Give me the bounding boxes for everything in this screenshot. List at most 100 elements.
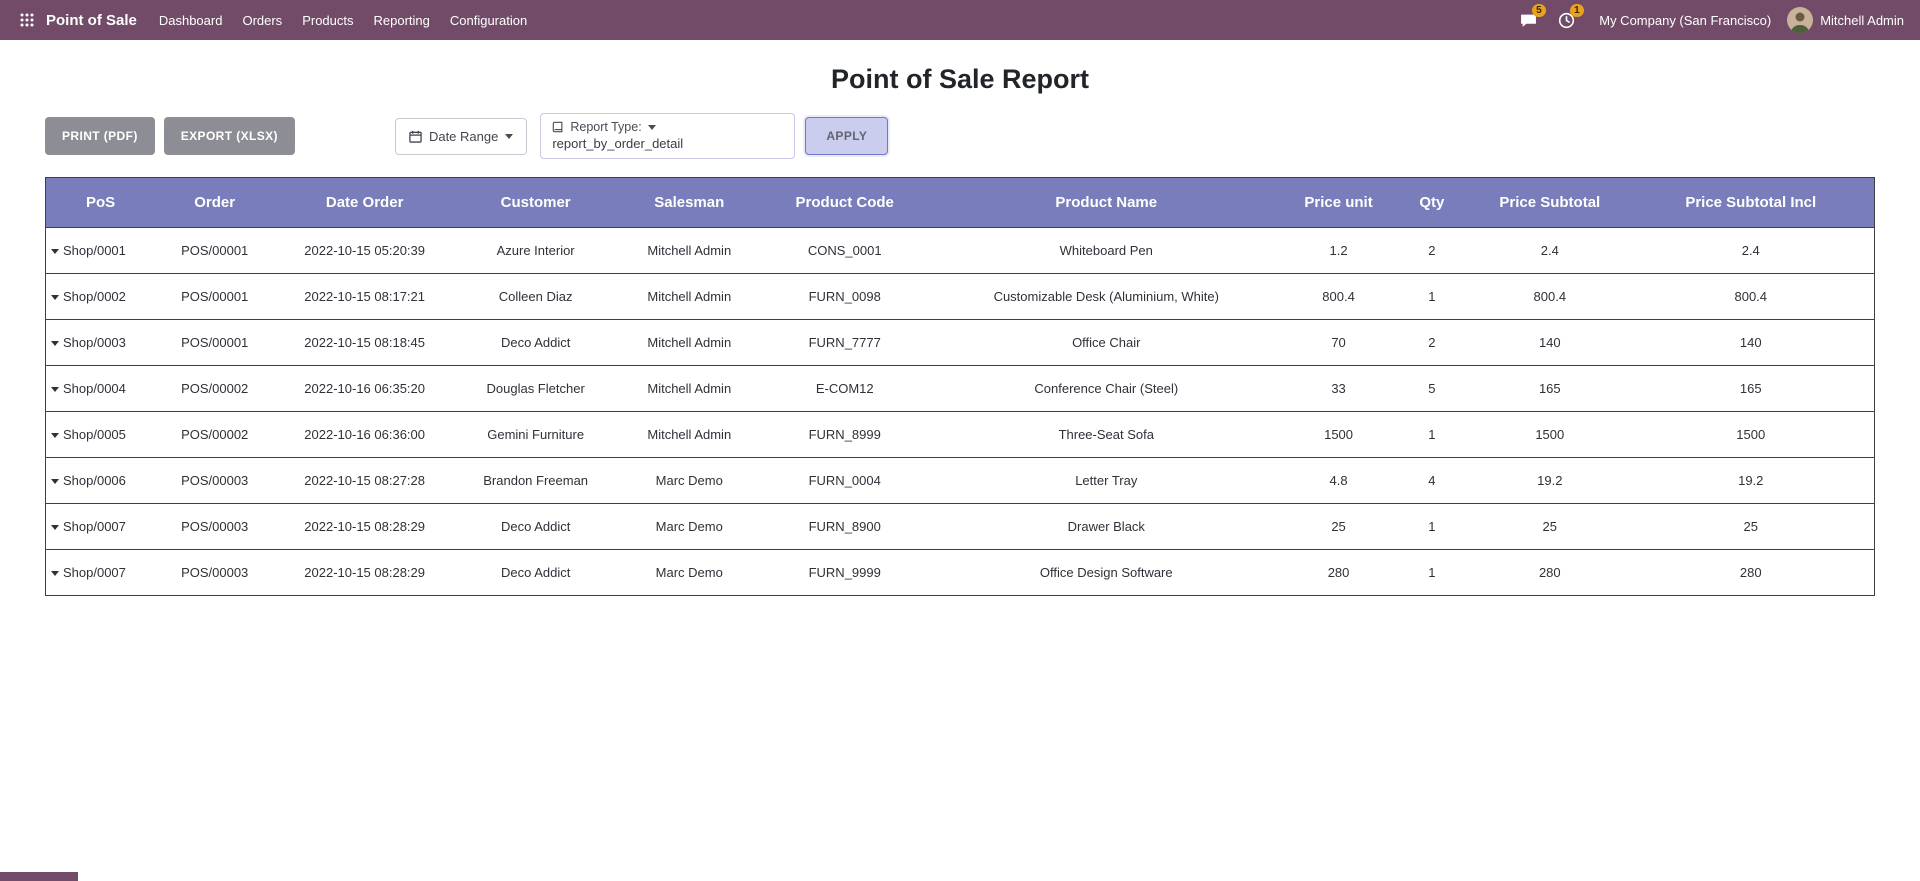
table-cell: 2022-10-15 08:28:29	[274, 549, 456, 596]
pos-expand-cell[interactable]: Shop/0001	[45, 227, 156, 274]
table-cell: 2.4	[1627, 227, 1875, 274]
pos-expand-cell[interactable]: Shop/0007	[45, 549, 156, 596]
app-brand[interactable]: Point of Sale	[42, 12, 149, 29]
table-cell: 165	[1627, 365, 1875, 412]
report-type-header: Report Type:	[552, 120, 783, 134]
column-header: Qty	[1391, 177, 1473, 228]
print-pdf-button[interactable]: PRINT (PDF)	[45, 117, 155, 155]
table-cell: Letter Tray	[927, 457, 1286, 504]
report-type-dropdown[interactable]: Report Type: report_by_order_detail	[540, 113, 796, 159]
table-row: Shop/0001 POS/00001 2022-10-15 05:20:39 Azu…	[45, 227, 1875, 274]
caret-down-icon	[51, 341, 59, 347]
table-cell: Colleen Diaz	[455, 273, 617, 320]
table-cell: 1500	[1627, 411, 1875, 458]
table-cell: Deco Addict	[455, 549, 617, 596]
table-cell: Customizable Desk (Aluminium, White)	[927, 273, 1286, 320]
report-type-value: report_by_order_detail	[552, 136, 684, 151]
date-range-dropdown[interactable]: Date Range	[394, 117, 528, 155]
nav-item-orders[interactable]: Orders	[232, 2, 292, 39]
company-switcher[interactable]: My Company (San Francisco)	[1587, 13, 1783, 28]
chevron-down-icon	[647, 124, 656, 130]
table-cell: 1	[1391, 411, 1473, 458]
main-content: Point of Sale Report PRINT (PDF) EXPORT …	[0, 64, 1920, 596]
table-cell: Marc Demo	[616, 457, 763, 504]
table-cell: Mitchell Admin	[616, 411, 763, 458]
pos-expand-cell[interactable]: Shop/0006	[45, 457, 156, 504]
nav-item-configuration[interactable]: Configuration	[440, 2, 537, 39]
table-cell: Mitchell Admin	[616, 227, 763, 274]
table-cell: Deco Addict	[455, 319, 617, 366]
table-cell: 2.4	[1472, 227, 1628, 274]
table-cell: POS/00003	[155, 457, 275, 504]
export-xlsx-button[interactable]: EXPORT (XLSX)	[163, 117, 295, 155]
table-cell: 2	[1391, 319, 1473, 366]
table-cell: 800.4	[1627, 273, 1875, 320]
column-header: Date Order	[274, 177, 456, 228]
table-cell: 2022-10-15 08:17:21	[274, 273, 456, 320]
table-cell: 800.4	[1472, 273, 1628, 320]
table-cell: 1	[1391, 503, 1473, 550]
table-cell: 1	[1391, 273, 1473, 320]
table-cell: FURN_8900	[762, 503, 928, 550]
table-cell: POS/00001	[155, 319, 275, 366]
table-cell: POS/00002	[155, 365, 275, 412]
report-type-label: Report Type:	[570, 120, 642, 134]
table-cell: 2022-10-15 05:20:39	[274, 227, 456, 274]
messages-icon[interactable]: 5	[1511, 3, 1547, 37]
table-cell: POS/00002	[155, 411, 275, 458]
caret-down-icon	[51, 249, 59, 255]
pos-expand-cell[interactable]: Shop/0003	[45, 319, 156, 366]
table-cell: 19.2	[1472, 457, 1628, 504]
table-cell: POS/00003	[155, 503, 275, 550]
column-header: Order	[155, 177, 275, 228]
table-cell: 1	[1391, 549, 1473, 596]
table-header-row: PoS Order Date Order Customer Salesman Produc…	[45, 177, 1875, 228]
report-table: PoS Order Date Order Customer Salesman Produc…	[45, 177, 1875, 596]
table-cell: 2022-10-15 08:28:29	[274, 503, 456, 550]
table-cell: FURN_0004	[762, 457, 928, 504]
table-cell: 2022-10-16 06:36:00	[274, 411, 456, 458]
table-cell: 1500	[1472, 411, 1628, 458]
column-header: Salesman	[616, 177, 763, 228]
table-cell: Azure Interior	[455, 227, 617, 274]
table-cell: Mitchell Admin	[616, 273, 763, 320]
activities-icon[interactable]: 1	[1549, 3, 1585, 37]
table-cell: 25	[1627, 503, 1875, 550]
table-row: Shop/0002 POS/00001 2022-10-15 08:17:21 Col…	[45, 273, 1875, 320]
table-cell: 165	[1472, 365, 1628, 412]
apps-menu-icon[interactable]	[12, 5, 42, 35]
table-cell: Whiteboard Pen	[927, 227, 1286, 274]
page-title: Point of Sale Report	[830, 64, 1090, 94]
table-cell: 140	[1627, 319, 1875, 366]
chevron-down-icon	[505, 133, 514, 139]
table-cell: 280	[1285, 549, 1392, 596]
pos-expand-cell[interactable]: Shop/0002	[45, 273, 156, 320]
table-cell: 800.4	[1285, 273, 1392, 320]
nav-item-dashboard[interactable]: Dashboard	[149, 2, 233, 39]
table-cell: Office Chair	[927, 319, 1286, 366]
table-body: Shop/0001 POS/00001 2022-10-15 05:20:39 Azu…	[45, 227, 1875, 596]
apply-button[interactable]: APPLY	[805, 117, 889, 155]
nav-right: 5 1 My Company (San Francisco) Mitchell …	[1511, 3, 1908, 37]
top-navbar: Point of Sale Dashboard Orders Products Rep…	[0, 0, 1920, 40]
pos-expand-cell[interactable]: Shop/0007	[45, 503, 156, 550]
pos-expand-cell[interactable]: Shop/0005	[45, 411, 156, 458]
table-row: Shop/0005 POS/00002 2022-10-16 06:36:00 Gem…	[45, 411, 1875, 458]
table-cell: CONS_0001	[762, 227, 928, 274]
table-cell: POS/00003	[155, 549, 275, 596]
book-icon	[553, 121, 563, 133]
bottom-left-strip	[0, 872, 78, 881]
column-header: Customer	[455, 177, 617, 228]
table-cell: Deco Addict	[455, 503, 617, 550]
nav-item-products[interactable]: Products	[292, 2, 363, 39]
table-row: Shop/0006 POS/00003 2022-10-15 08:27:28 Bra…	[45, 457, 1875, 504]
table-row: Shop/0004 POS/00002 2022-10-16 06:35:20 Dou…	[45, 365, 1875, 412]
user-menu[interactable]: Mitchell Admin	[1787, 7, 1908, 33]
table-cell: Gemini Furniture	[455, 411, 617, 458]
column-header: Price Subtotal Incl	[1627, 177, 1875, 228]
nav-item-reporting[interactable]: Reporting	[364, 2, 440, 39]
caret-down-icon	[51, 525, 59, 531]
caret-down-icon	[51, 387, 59, 393]
pos-expand-cell[interactable]: Shop/0004	[45, 365, 156, 412]
table-cell: FURN_7777	[762, 319, 928, 366]
